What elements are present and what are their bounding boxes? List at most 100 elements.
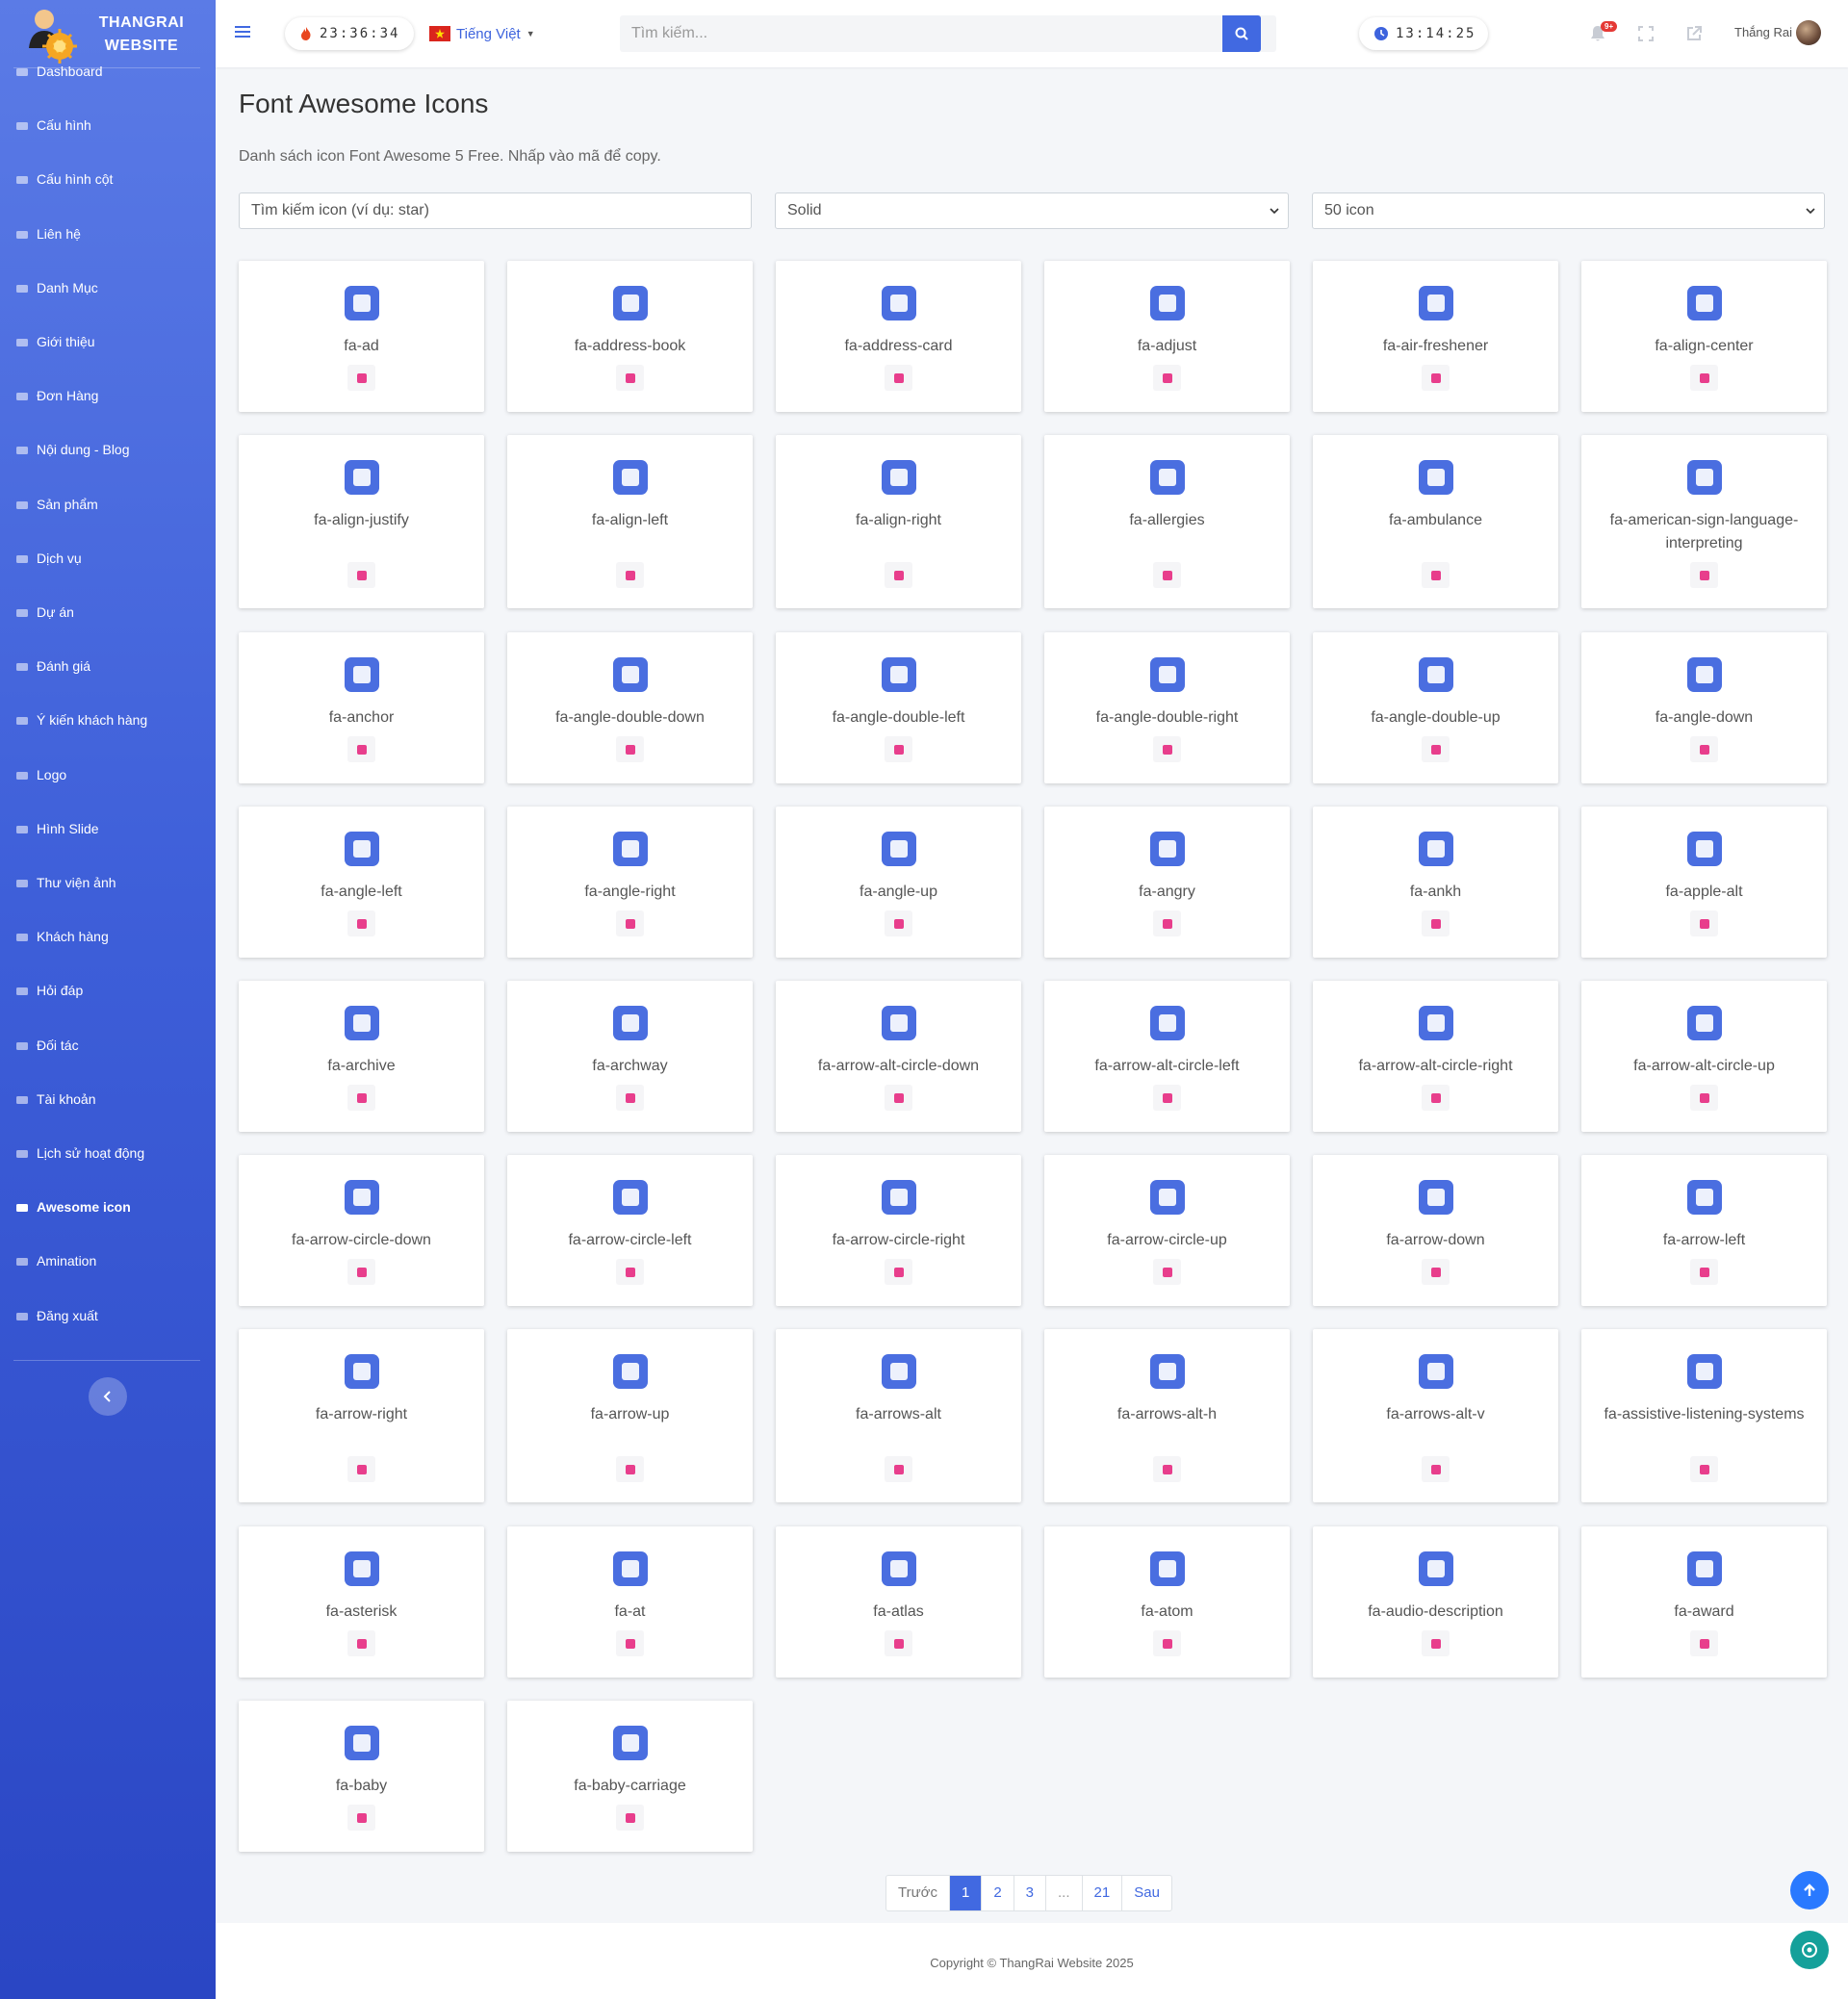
- icon-card[interactable]: fa-arrow-alt-circle-up: [1581, 981, 1827, 1132]
- icon-code-chip[interactable]: [347, 1805, 375, 1831]
- icon-code-chip[interactable]: [1153, 365, 1181, 391]
- sidebar-item[interactable]: Tài khoản: [0, 1080, 216, 1118]
- icon-card[interactable]: fa-air-freshener: [1313, 261, 1558, 412]
- icon-code-chip[interactable]: [347, 1259, 375, 1285]
- pagination-page[interactable]: 2: [981, 1876, 1013, 1910]
- icon-name[interactable]: fa-address-book: [517, 335, 743, 358]
- icon-card[interactable]: fa-arrow-circle-right: [776, 1155, 1021, 1306]
- icon-code-chip[interactable]: [885, 736, 912, 762]
- icon-name[interactable]: fa-arrow-right: [248, 1403, 475, 1426]
- search-input[interactable]: Tìm kiếm...: [620, 15, 1276, 52]
- icon-card[interactable]: fa-ambulance: [1313, 435, 1558, 608]
- sidebar-item[interactable]: Cấu hình: [0, 106, 216, 144]
- icon-card[interactable]: fa-angry: [1044, 807, 1290, 958]
- icon-card[interactable]: fa-align-center: [1581, 261, 1827, 412]
- sidebar-item[interactable]: Ý kiến khách hàng: [0, 701, 216, 739]
- icon-name[interactable]: fa-archway: [517, 1055, 743, 1078]
- icon-card[interactable]: fa-arrow-alt-circle-right: [1313, 981, 1558, 1132]
- icon-card[interactable]: fa-address-book: [507, 261, 753, 412]
- icon-card[interactable]: fa-baby-carriage: [507, 1701, 753, 1852]
- icon-card[interactable]: fa-arrow-circle-up: [1044, 1155, 1290, 1306]
- icon-name[interactable]: fa-angle-double-down: [517, 706, 743, 730]
- icon-name[interactable]: fa-audio-description: [1322, 1601, 1549, 1624]
- icon-code-chip[interactable]: [885, 562, 912, 588]
- icon-card[interactable]: fa-align-right: [776, 435, 1021, 608]
- icon-card[interactable]: fa-arrow-down: [1313, 1155, 1558, 1306]
- icon-code-chip[interactable]: [616, 910, 644, 936]
- icon-code-chip[interactable]: [1153, 1259, 1181, 1285]
- icon-code-chip[interactable]: [1690, 1456, 1718, 1482]
- sidebar-item[interactable]: Dịch vụ: [0, 539, 216, 577]
- icon-card[interactable]: fa-american-sign-language-interpreting: [1581, 435, 1827, 608]
- icon-code-chip[interactable]: [1153, 1085, 1181, 1111]
- icon-code-chip[interactable]: [1422, 1456, 1450, 1482]
- icon-name[interactable]: fa-angle-right: [517, 881, 743, 904]
- icon-name[interactable]: fa-apple-alt: [1591, 881, 1817, 904]
- icon-code-chip[interactable]: [347, 1085, 375, 1111]
- icon-code-chip[interactable]: [1690, 1259, 1718, 1285]
- icon-card[interactable]: fa-audio-description: [1313, 1526, 1558, 1678]
- fullscreen-icon[interactable]: [1636, 24, 1656, 43]
- icon-card[interactable]: fa-archway: [507, 981, 753, 1132]
- icon-name[interactable]: fa-anchor: [248, 706, 475, 730]
- icon-code-chip[interactable]: [1153, 1456, 1181, 1482]
- sidebar-item[interactable]: Cấu hình cột: [0, 160, 216, 198]
- pagination-page[interactable]: 1: [948, 1876, 982, 1910]
- icon-code-chip[interactable]: [1690, 1085, 1718, 1111]
- icon-card[interactable]: fa-arrow-right: [239, 1329, 484, 1502]
- icon-card[interactable]: fa-award: [1581, 1526, 1827, 1678]
- icon-card[interactable]: fa-angle-double-down: [507, 632, 753, 783]
- icon-name[interactable]: fa-angle-left: [248, 881, 475, 904]
- icon-name[interactable]: fa-baby: [248, 1775, 475, 1798]
- icon-name[interactable]: fa-arrows-alt-v: [1322, 1403, 1549, 1426]
- icon-card[interactable]: fa-anchor: [239, 632, 484, 783]
- icon-card[interactable]: fa-angle-double-up: [1313, 632, 1558, 783]
- icon-code-chip[interactable]: [1422, 1630, 1450, 1656]
- pagination-next[interactable]: Sau: [1121, 1876, 1171, 1910]
- icon-code-chip[interactable]: [347, 562, 375, 588]
- icon-card[interactable]: fa-arrow-circle-down: [239, 1155, 484, 1306]
- icon-code-chip[interactable]: [885, 365, 912, 391]
- icon-code-chip[interactable]: [1690, 365, 1718, 391]
- icon-name[interactable]: fa-angle-double-right: [1054, 706, 1280, 730]
- icon-card[interactable]: fa-address-card: [776, 261, 1021, 412]
- icon-code-chip[interactable]: [1153, 1630, 1181, 1656]
- icon-name[interactable]: fa-ankh: [1322, 881, 1549, 904]
- external-link-icon[interactable]: [1684, 24, 1704, 43]
- icon-code-chip[interactable]: [1690, 562, 1718, 588]
- icon-name[interactable]: fa-arrow-alt-circle-left: [1054, 1055, 1280, 1078]
- icon-code-chip[interactable]: [616, 1085, 644, 1111]
- icon-name[interactable]: fa-arrow-up: [517, 1403, 743, 1426]
- icon-name[interactable]: fa-angle-up: [785, 881, 1012, 904]
- icon-card[interactable]: fa-assistive-listening-systems: [1581, 1329, 1827, 1502]
- icon-card[interactable]: fa-align-justify: [239, 435, 484, 608]
- icon-card[interactable]: fa-angle-double-left: [776, 632, 1021, 783]
- chat-support-button[interactable]: [1790, 1931, 1829, 1969]
- icon-card[interactable]: fa-angle-up: [776, 807, 1021, 958]
- icon-name[interactable]: fa-asterisk: [248, 1601, 475, 1624]
- icon-code-chip[interactable]: [1690, 736, 1718, 762]
- icon-name[interactable]: fa-award: [1591, 1601, 1817, 1624]
- sidebar-item[interactable]: Logo: [0, 756, 216, 794]
- sidebar-item[interactable]: Liên hệ: [0, 215, 216, 253]
- icon-code-chip[interactable]: [1422, 562, 1450, 588]
- icon-card[interactable]: fa-arrow-left: [1581, 1155, 1827, 1306]
- sidebar-item[interactable]: Danh Mục: [0, 269, 216, 307]
- icon-name[interactable]: fa-ambulance: [1322, 509, 1549, 532]
- icon-code-chip[interactable]: [885, 1259, 912, 1285]
- icon-name[interactable]: fa-at: [517, 1601, 743, 1624]
- sidebar-item[interactable]: Nội dung - Blog: [0, 430, 216, 469]
- icon-code-chip[interactable]: [885, 1456, 912, 1482]
- icon-card[interactable]: fa-asterisk: [239, 1526, 484, 1678]
- icon-name[interactable]: fa-angry: [1054, 881, 1280, 904]
- icon-card[interactable]: fa-atlas: [776, 1526, 1021, 1678]
- icon-card[interactable]: fa-ad: [239, 261, 484, 412]
- icon-code-chip[interactable]: [616, 1456, 644, 1482]
- icon-code-chip[interactable]: [616, 562, 644, 588]
- icon-name[interactable]: fa-atlas: [785, 1601, 1012, 1624]
- icon-card[interactable]: fa-arrow-circle-left: [507, 1155, 753, 1306]
- sidebar-item[interactable]: Đối tác: [0, 1026, 216, 1064]
- icon-card[interactable]: fa-baby: [239, 1701, 484, 1852]
- icon-name[interactable]: fa-align-right: [785, 509, 1012, 532]
- style-select[interactable]: Solid: [775, 192, 1289, 229]
